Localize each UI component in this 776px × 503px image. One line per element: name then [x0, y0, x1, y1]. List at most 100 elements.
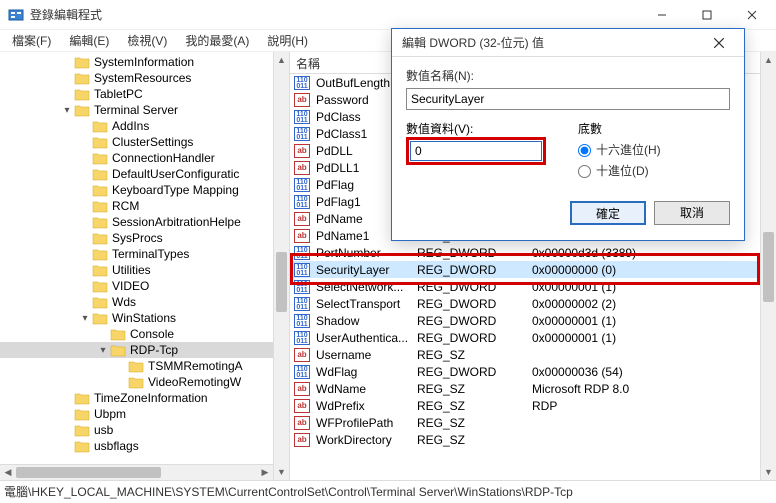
- tree-item[interactable]: RCM: [0, 198, 289, 214]
- value-name: SelectNetwork...: [314, 280, 415, 294]
- value-name-input[interactable]: [406, 88, 730, 110]
- tree-item[interactable]: ConnectionHandler: [0, 150, 289, 166]
- tree-item[interactable]: DefaultUserConfiguratic: [0, 166, 289, 182]
- dword-icon: 110011: [294, 76, 310, 90]
- menu-view[interactable]: 檢視(V): [119, 29, 175, 52]
- tree-twisty[interactable]: ▾: [60, 105, 74, 116]
- folder-icon: [92, 215, 108, 229]
- minimize-button[interactable]: [639, 1, 684, 29]
- list-vscroll[interactable]: ▲ ▼: [760, 52, 776, 480]
- value-type: REG_DWORD: [415, 297, 530, 311]
- close-button[interactable]: [729, 1, 774, 29]
- radix-label: 底數: [578, 122, 602, 136]
- value-type: REG_DWORD: [415, 246, 530, 260]
- menu-file[interactable]: 檔案(F): [4, 29, 59, 52]
- tree-label: Ubpm: [94, 407, 126, 421]
- registry-value-row[interactable]: abWFProfilePathREG_SZ: [290, 414, 776, 431]
- dword-icon: 110011: [294, 297, 310, 311]
- value-data: 0x00000001 (1): [530, 331, 776, 345]
- tree-label: TerminalTypes: [112, 247, 189, 261]
- tree-item[interactable]: TerminalTypes: [0, 246, 289, 262]
- tree-item[interactable]: AddIns: [0, 118, 289, 134]
- tree-label: KeyboardType Mapping: [112, 183, 239, 197]
- value-type: REG_DWORD: [415, 331, 530, 345]
- tree-item[interactable]: TSMMRemotingA: [0, 358, 289, 374]
- tree-item[interactable]: ClusterSettings: [0, 134, 289, 150]
- value-name: SecurityLayer: [314, 263, 415, 277]
- menu-help[interactable]: 說明(H): [259, 29, 316, 52]
- dword-icon: 110011: [294, 195, 310, 209]
- string-icon: ab: [294, 348, 310, 362]
- tree-item[interactable]: TimeZoneInformation: [0, 390, 289, 406]
- radix-dec-radio[interactable]: [578, 165, 591, 178]
- folder-icon: [92, 119, 108, 133]
- maximize-button[interactable]: [684, 1, 729, 29]
- tree-twisty[interactable]: ▾: [96, 345, 110, 356]
- registry-value-row[interactable]: abUsernameREG_SZ: [290, 346, 776, 363]
- tree-label: VideoRemotingW: [148, 375, 241, 389]
- tree-item[interactable]: SessionArbitrationHelpe: [0, 214, 289, 230]
- value-name: SelectTransport: [314, 297, 415, 311]
- folder-icon: [92, 199, 108, 213]
- radix-hex[interactable]: 十六進位(H): [578, 141, 730, 158]
- ok-button[interactable]: 確定: [570, 201, 646, 225]
- tree-item[interactable]: SystemInformation: [0, 54, 289, 70]
- tree-item[interactable]: KeyboardType Mapping: [0, 182, 289, 198]
- tree-item[interactable]: SysProcs: [0, 230, 289, 246]
- value-data: 0x00000001 (1): [530, 280, 776, 294]
- registry-value-row[interactable]: 110011SelectNetwork...REG_DWORD0x0000000…: [290, 278, 776, 295]
- tree-item[interactable]: Wds: [0, 294, 289, 310]
- dialog-title: 編輯 DWORD (32-位元) 值: [402, 34, 704, 51]
- tree-vscroll[interactable]: ▲ ▼: [273, 52, 289, 480]
- registry-value-row[interactable]: 110011UserAuthentica...REG_DWORD0x000000…: [290, 329, 776, 346]
- string-icon: ab: [294, 161, 310, 175]
- value-name: UserAuthentica...: [314, 331, 415, 345]
- tree-item[interactable]: usb: [0, 422, 289, 438]
- tree-item[interactable]: usbflags: [0, 438, 289, 454]
- value-name: WFProfilePath: [314, 416, 415, 430]
- registry-value-row[interactable]: abWorkDirectoryREG_SZ: [290, 431, 776, 448]
- cancel-button[interactable]: 取消: [654, 201, 730, 225]
- tree-label: Wds: [112, 295, 136, 309]
- registry-value-row[interactable]: 110011PortNumberREG_DWORD0x00000d3d (338…: [290, 244, 776, 261]
- radix-hex-radio[interactable]: [578, 144, 591, 157]
- registry-value-row[interactable]: abWdPrefixREG_SZRDP: [290, 397, 776, 414]
- folder-icon: [74, 391, 90, 405]
- tree-item[interactable]: ▾RDP-Tcp: [0, 342, 289, 358]
- tree-twisty[interactable]: ▾: [78, 313, 92, 324]
- value-data-input[interactable]: [410, 141, 542, 161]
- dialog-close-button[interactable]: [704, 37, 734, 49]
- tree-item[interactable]: TabletPC: [0, 86, 289, 102]
- value-name: WdName: [314, 382, 415, 396]
- value-type: REG_SZ: [415, 382, 530, 396]
- tree-item[interactable]: VIDEO: [0, 278, 289, 294]
- tree-item[interactable]: VideoRemotingW: [0, 374, 289, 390]
- tree-label: TSMMRemotingA: [148, 359, 243, 373]
- registry-value-row[interactable]: 110011SecurityLayerREG_DWORD0x00000000 (…: [290, 261, 776, 278]
- string-icon: ab: [294, 399, 310, 413]
- statusbar: 電腦\HKEY_LOCAL_MACHINE\SYSTEM\CurrentCont…: [0, 480, 776, 502]
- menu-edit[interactable]: 編輯(E): [61, 29, 117, 52]
- string-icon: ab: [294, 416, 310, 430]
- string-icon: ab: [294, 433, 310, 447]
- tree-item[interactable]: Ubpm: [0, 406, 289, 422]
- registry-value-row[interactable]: 110011SelectTransportREG_DWORD0x00000002…: [290, 295, 776, 312]
- value-name: Username: [314, 348, 415, 362]
- tree-item[interactable]: Console: [0, 326, 289, 342]
- tree-item[interactable]: Utilities: [0, 262, 289, 278]
- edit-dword-dialog: 編輯 DWORD (32-位元) 值 數值名稱(N): 數值資料(V): 底數 …: [391, 28, 745, 241]
- tree-item[interactable]: SystemResources: [0, 70, 289, 86]
- registry-value-row[interactable]: abWdNameREG_SZMicrosoft RDP 8.0: [290, 380, 776, 397]
- tree-hscroll[interactable]: ◀▶: [0, 464, 273, 480]
- tree-item[interactable]: ▾Terminal Server: [0, 102, 289, 118]
- registry-value-row[interactable]: 110011WdFlagREG_DWORD0x00000036 (54): [290, 363, 776, 380]
- folder-icon: [74, 55, 90, 69]
- value-type: REG_DWORD: [415, 314, 530, 328]
- tree-label: TabletPC: [94, 87, 143, 101]
- tree-label: ClusterSettings: [112, 135, 193, 149]
- tree-item[interactable]: ▾WinStations: [0, 310, 289, 326]
- tree-label: TimeZoneInformation: [94, 391, 208, 405]
- radix-dec[interactable]: 十進位(D): [578, 162, 730, 179]
- menu-fav[interactable]: 我的最愛(A): [177, 29, 257, 52]
- registry-value-row[interactable]: 110011ShadowREG_DWORD0x00000001 (1): [290, 312, 776, 329]
